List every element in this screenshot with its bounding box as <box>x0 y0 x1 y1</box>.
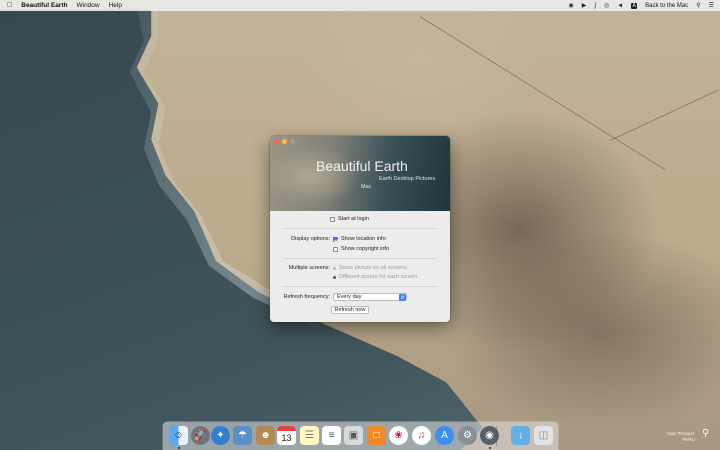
menu-window[interactable]: Window <box>76 2 99 9</box>
refresh-frequency-select[interactable]: Every day ⇵ <box>333 293 407 301</box>
photos-icon[interactable]: ❀ <box>389 426 408 445</box>
bluetooth-icon[interactable]: ∫ <box>594 3 596 9</box>
photo-viewer-icon[interactable]: ☂ <box>233 426 252 445</box>
books-icon[interactable]: □ <box>367 426 386 445</box>
start-at-login-checkbox[interactable] <box>330 216 335 222</box>
trash-icon[interactable]: ◫ <box>534 426 553 445</box>
window-controls <box>274 139 295 144</box>
safari-icon[interactable]: ✦ <box>211 426 230 445</box>
show-location-info-checkbox[interactable] <box>333 236 338 242</box>
notes-icon[interactable]: ☰ <box>300 426 319 445</box>
show-copyright-info-checkbox[interactable] <box>333 246 338 252</box>
running-indicator <box>489 447 491 449</box>
same-picture-radio[interactable] <box>333 266 336 270</box>
system-preferences-icon[interactable]: ⚙ <box>458 426 477 445</box>
wifi-icon[interactable]: ◎ <box>604 2 609 9</box>
reminders-icon[interactable]: ≡ <box>322 426 341 445</box>
location-name: Islay Pinnacle <box>667 431 695 436</box>
refresh-frequency-value: Every day <box>337 294 362 300</box>
window-subtitle: Earth Desktop Pictures <box>379 176 436 182</box>
different-picture-radio[interactable] <box>333 275 336 279</box>
chevron-updown-icon: ⇵ <box>399 294 406 301</box>
dock-separator <box>496 426 497 446</box>
window-title: Beautiful Earth <box>316 158 408 174</box>
menu-bar:  Beautiful Earth Window Help ◉ ▶ ∫ ◎ ◄ … <box>0 0 720 11</box>
refresh-frequency-row: Refresh frequency: <box>272 294 333 300</box>
launchpad-icon[interactable]: 🚀 <box>191 426 210 445</box>
separator <box>282 228 438 229</box>
display-options-label: Display options: <box>291 236 330 242</box>
refresh-now-button[interactable]: Refresh now <box>331 306 369 314</box>
same-picture-label: Same picture on all screens <box>339 265 407 271</box>
separator <box>282 286 438 287</box>
menu-right-text[interactable]: Back to the Mac <box>645 3 688 9</box>
location-pin-icon[interactable]: ⚲ <box>702 428 709 439</box>
app-store-icon[interactable]: A <box>435 426 454 445</box>
show-copyright-info-label: Show copyright info <box>341 246 389 252</box>
music-icon[interactable]: ♫ <box>412 426 431 445</box>
window-banner: Beautiful Earth Earth Desktop Pictures M… <box>270 136 450 211</box>
dock: ☺ 🚀 ✦ ☂ ☻ 13 ☰ ≡ ▣ □ ❀ ♫ A ⚙ ◉ ↓ ◫ <box>163 422 558 450</box>
show-location-info-label: Show location info <box>341 236 386 242</box>
start-at-login-row[interactable]: Start at login <box>330 216 369 222</box>
window-subtitle-2: Mac <box>361 184 372 190</box>
menu-app-name[interactable]: Beautiful Earth <box>21 2 67 9</box>
minimize-button[interactable] <box>282 139 287 144</box>
separator <box>282 258 438 259</box>
calendar-icon[interactable]: 13 <box>277 426 296 445</box>
calendar-day: 13 <box>281 432 292 443</box>
display-options-row: Display options: Show location info <box>272 236 386 242</box>
contacts-icon[interactable]: ☻ <box>256 426 275 445</box>
finder-icon[interactable]: ☺ <box>169 426 188 445</box>
eye-icon[interactable]: ◉ <box>568 2 573 9</box>
close-button[interactable] <box>274 139 279 144</box>
apple-icon[interactable]:  <box>7 2 12 9</box>
refresh-frequency-label: Refresh frequency: <box>283 294 330 300</box>
zoom-button[interactable] <box>290 139 295 144</box>
menu-help[interactable]: Help <box>109 2 122 9</box>
multiple-screens-row: Multiple screens: Same picture on all sc… <box>272 265 407 271</box>
downloads-folder-icon[interactable]: ↓ <box>511 426 530 445</box>
keyboard-a-icon[interactable]: A <box>631 2 638 9</box>
search-icon[interactable]: ⚲ <box>696 2 700 9</box>
photo-booth-icon[interactable]: ▣ <box>344 426 363 445</box>
volume-icon[interactable]: ◄ <box>617 3 623 9</box>
show-copyright-info-row[interactable]: Show copyright info <box>333 246 389 252</box>
different-picture-row[interactable]: Different picture for each screen <box>333 274 417 280</box>
list-icon[interactable]: ☰ <box>709 2 714 9</box>
multiple-screens-label: Multiple screens: <box>288 265 330 271</box>
different-picture-label: Different picture for each screen <box>339 274 418 280</box>
location-country: PERU <box>682 436 695 442</box>
running-indicator <box>178 447 180 449</box>
speaker-icon[interactable]: ▶ <box>582 2 587 9</box>
location-info: Islay Pinnacle PERU <box>667 431 695 442</box>
start-at-login-label: Start at login <box>338 216 369 222</box>
